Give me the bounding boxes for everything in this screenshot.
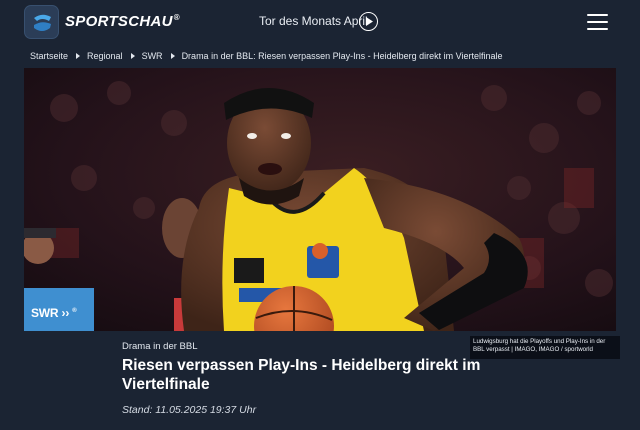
- brand-name[interactable]: SPORTSCHAU®: [65, 13, 180, 30]
- breadcrumb-separator-icon: [130, 53, 135, 59]
- article-kicker: Drama in der BBL: [122, 341, 198, 352]
- registered-mark: ®: [173, 13, 180, 22]
- hamburger-menu-icon[interactable]: [587, 14, 609, 30]
- basketball-player-photo: [24, 68, 616, 331]
- breadcrumb: Startseite Regional SWR Drama in der BBL: R…: [30, 51, 503, 65]
- sportschau-s-logo-icon[interactable]: [24, 5, 59, 39]
- breadcrumb-item-startseite[interactable]: Startseite: [30, 51, 68, 61]
- breadcrumb-item-regional[interactable]: Regional: [87, 51, 123, 61]
- breadcrumb-separator-icon: [76, 53, 81, 59]
- article-timestamp: Stand: 11.05.2025 19:37 Uhr: [122, 404, 257, 416]
- article-headline: Riesen verpassen Play-Ins - Heidelberg d…: [122, 357, 481, 393]
- play-icon[interactable]: [359, 12, 378, 31]
- breadcrumb-separator-icon: [170, 53, 175, 59]
- promo-link[interactable]: Tor des Monats April: [259, 14, 368, 28]
- breadcrumb-item-current: Drama in der BBL: Riesen verpassen Play-…: [181, 51, 503, 61]
- breadcrumb-item-swr[interactable]: SWR: [142, 51, 163, 61]
- swr-broadcaster-logo: SWR ›› ®: [31, 306, 77, 320]
- hero-image[interactable]: SWR ›› ®: [24, 68, 616, 331]
- site-header: SPORTSCHAU® Tor des Monats April: [0, 0, 640, 44]
